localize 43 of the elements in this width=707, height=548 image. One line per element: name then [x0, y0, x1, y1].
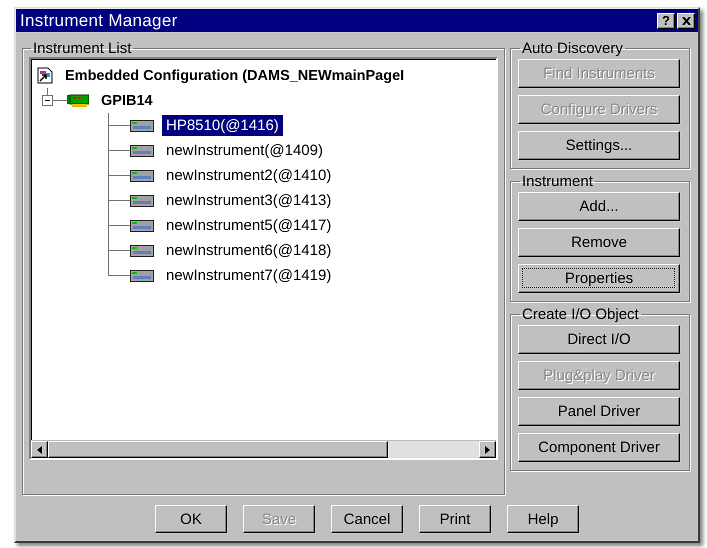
instrument-icon — [130, 220, 154, 232]
dialog-button[interactable]: OK — [155, 505, 227, 533]
group-title: Create I/O Object — [521, 306, 640, 323]
action-button[interactable]: Direct I/O — [518, 325, 680, 354]
action-button[interactable]: Component Driver — [518, 433, 680, 462]
window-title: Instrument Manager — [20, 10, 179, 30]
tree-item[interactable]: newInstrument5(@1417) — [162, 215, 336, 236]
action-button[interactable]: Properties — [518, 264, 680, 293]
action-button[interactable]: Add... — [518, 192, 680, 221]
tree-item[interactable]: Embedded Configuration (DAMS_NEWmainPageI — [61, 66, 408, 86]
tree-item[interactable]: newInstrument2(@1410) — [162, 165, 336, 186]
horizontal-scrollbar[interactable] — [31, 440, 496, 458]
group-title: Instrument List — [32, 40, 132, 57]
instrument-icon — [130, 244, 154, 256]
tree-item[interactable]: newInstrument6(@1418) — [162, 240, 336, 261]
scroll-right-button[interactable] — [479, 441, 496, 458]
group-title: Auto Discovery — [521, 40, 624, 57]
close-icon — [682, 16, 690, 24]
group-title: Instrument — [521, 173, 594, 190]
tree-item[interactable]: HP8510(@1416) — [162, 115, 283, 136]
dialog-button[interactable]: Print — [419, 505, 491, 533]
dialog-button[interactable]: Help — [507, 505, 579, 533]
tree-item[interactable]: newInstrument(@1409) — [162, 140, 327, 161]
right-arrow-icon — [485, 446, 490, 454]
tree-item[interactable]: GPIB14 — [97, 90, 157, 110]
instrument-icon — [130, 170, 154, 182]
action-button[interactable]: Remove — [518, 228, 680, 257]
circuit-board-icon — [67, 94, 89, 108]
instrument-icon — [130, 144, 154, 156]
close-button[interactable] — [677, 12, 695, 28]
instrument-icon — [130, 120, 154, 132]
instrument-icon — [130, 270, 154, 282]
document-icon — [37, 67, 53, 84]
left-arrow-icon — [37, 446, 42, 454]
action-button[interactable]: Panel Driver — [518, 397, 680, 426]
dialog-button[interactable]: Cancel — [331, 505, 403, 533]
action-button[interactable]: Settings... — [518, 131, 680, 160]
scroll-left-button[interactable] — [31, 441, 48, 458]
tree-item[interactable]: newInstrument3(@1413) — [162, 190, 336, 211]
instrument-icon — [130, 194, 154, 206]
tree-item[interactable]: newInstrument7(@1419) — [162, 265, 336, 286]
scroll-thumb[interactable] — [48, 441, 388, 458]
help-button[interactable]: ? — [657, 12, 675, 28]
